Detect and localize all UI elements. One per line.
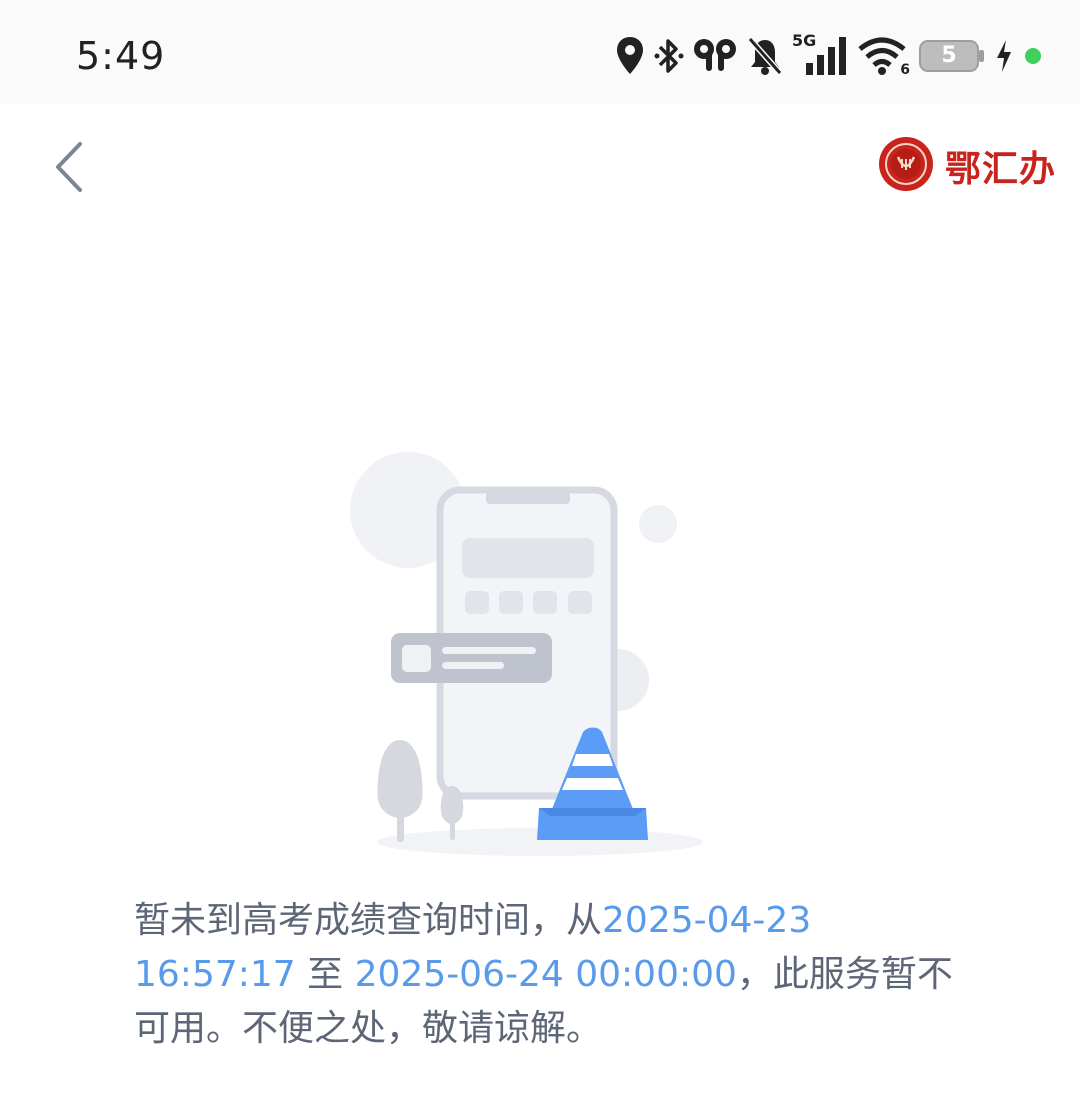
location-icon [614, 35, 646, 77]
charging-icon [994, 38, 1014, 74]
battery-icon: 5 [918, 38, 986, 74]
status-icons: 5G 6 5 [614, 32, 1044, 80]
emblem-icon [877, 135, 935, 197]
notice-message: 暂未到高考成绩查询时间，从2025-04-23 16:57:17 至 2025-… [134, 894, 964, 1056]
signal-5g-icon: 5G [792, 33, 850, 79]
wifi-level-label: 6 [900, 62, 910, 78]
header: 鄂汇办 [0, 104, 1080, 232]
back-button[interactable] [40, 134, 100, 200]
brand-name: 鄂汇办 [944, 148, 1056, 190]
status-bar: 5:49 5G 6 5 [0, 0, 1080, 104]
brand: 鄂汇办 [877, 134, 1056, 198]
chevron-left-icon [56, 142, 82, 192]
notice-text-part2: 至 [295, 954, 355, 995]
battery-level-label: 5 [941, 43, 957, 68]
phone-traffic-cone-illustration [350, 452, 703, 856]
status-dot-icon [1022, 45, 1044, 67]
earbuds-icon [692, 35, 738, 77]
bluetooth-icon [654, 35, 684, 77]
maintenance-illustration [340, 440, 720, 870]
bell-muted-icon [746, 35, 784, 77]
end-time: 2025-06-24 00:00:00 [354, 954, 737, 995]
wifi-icon: 6 [858, 33, 910, 79]
status-time: 5:49 [76, 34, 166, 78]
notice-text-part1: 暂未到高考成绩查询时间，从 [134, 900, 603, 941]
